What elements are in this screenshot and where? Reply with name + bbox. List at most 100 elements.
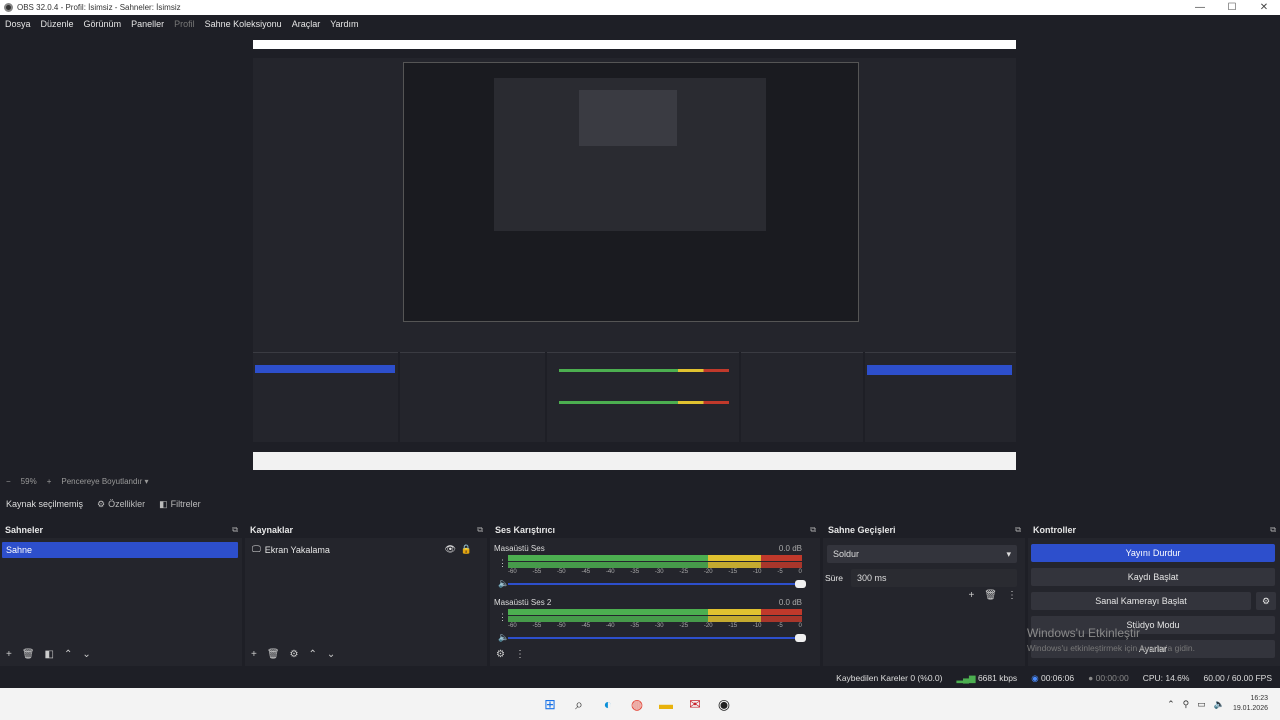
menu-araclar[interactable]: Araçlar — [292, 19, 321, 29]
meter-scale: -60 -55 -50 -45 -40 -35 -30 -25 -20 -15 -10 -5 0 — [508, 569, 802, 575]
volume-slider[interactable] — [508, 580, 806, 588]
trash-icon[interactable]: 🗑 — [267, 649, 280, 660]
filter-icon: ◧ — [159, 498, 168, 509]
slider-knob[interactable] — [795, 634, 806, 642]
transition-select[interactable]: Soldur ▾ — [827, 545, 1017, 563]
lock-icon[interactable]: 🔒 — [461, 544, 472, 555]
trash-icon[interactable]: 🗑 — [22, 649, 35, 660]
volume-meter-left — [508, 609, 802, 615]
maximize-button[interactable]: ☐ — [1216, 2, 1248, 13]
virtual-camera-button[interactable]: Sanal Kamerayı Başlat — [1031, 592, 1251, 610]
add-icon[interactable]: + — [251, 649, 257, 660]
start-record-button[interactable]: Kaydı Başlat — [1031, 568, 1275, 586]
filter-icon[interactable]: ◧ — [45, 649, 54, 660]
preview-meter-2 — [559, 401, 729, 404]
transitions-toolbar: + 🗑 ⋮ — [968, 590, 1017, 601]
kebab-menu-icon[interactable]: ⋮ — [1007, 590, 1017, 601]
source-label: Ekran Yakalama — [264, 544, 330, 555]
add-icon[interactable]: + — [6, 649, 12, 660]
scenes-list: Sahne + 🗑 ◧ ⌃ ⌄ — [0, 538, 242, 666]
preview-nested-docks — [253, 352, 1016, 452]
slider-knob[interactable] — [795, 580, 806, 588]
clock[interactable]: 16:23 19.01.2026 — [1233, 694, 1268, 714]
display-icon[interactable]: ▭ — [1197, 699, 1206, 710]
scenes-title: Sahneler — [5, 525, 44, 535]
mixer-channel-1: Masaüstü Ses 0.0 dB ⋮ -60 -55 -50 -45 -40 -35… — [494, 542, 806, 592]
dock-undock-icon[interactable]: ⧉ — [810, 525, 816, 535]
chevron-down-icon: ▾ — [144, 477, 149, 486]
zoom-mode-dropdown[interactable]: Pencereye Boyutlandır ▾ — [61, 477, 148, 486]
preview-dock-sources — [400, 352, 545, 442]
source-toolbar: Kaynak seçilmemiş ⚙ Özellikler ◧ Filtreler — [0, 492, 1280, 516]
zoom-out-button[interactable]: − — [6, 477, 11, 486]
mail-app-icon[interactable]: ✉ — [686, 695, 704, 713]
gear-icon[interactable]: ⚙ — [290, 649, 299, 660]
kebab-menu-icon[interactable]: ⋮ — [515, 649, 525, 660]
dock-undock-icon[interactable]: ⧉ — [1015, 525, 1021, 535]
scene-item[interactable]: Sahne — [2, 542, 238, 558]
menu-gorunum[interactable]: Görünüm — [84, 19, 122, 29]
dock-undock-icon[interactable]: ⧉ — [477, 525, 483, 535]
close-button[interactable]: ✕ — [1248, 2, 1280, 13]
eye-icon[interactable]: 👁 — [445, 544, 456, 555]
mixer-channel-2: Masaüstü Ses 2 0.0 dB ⋮ -60 -55 -50 -45 -40-… — [494, 596, 806, 646]
menu-yardim[interactable]: Yardım — [330, 19, 358, 29]
arrow-up-icon[interactable]: ⌃ — [309, 649, 317, 660]
dock-undock-icon[interactable]: ⧉ — [232, 525, 238, 535]
menu-paneller[interactable]: Paneller — [131, 19, 164, 29]
stop-stream-button[interactable]: Yayını Durdur — [1031, 544, 1275, 562]
menu-sahne-koleksiyonu[interactable]: Sahne Koleksiyonu — [205, 19, 282, 29]
broadcast-icon: ◉ — [1031, 672, 1039, 683]
channel-db: 0.0 dB — [778, 598, 802, 607]
zoom-level: 59% — [20, 477, 37, 486]
preview-area[interactable] — [0, 32, 1280, 474]
arrow-down-icon[interactable]: ⌄ — [327, 649, 335, 660]
chevron-up-icon[interactable]: ⌃ — [1167, 699, 1175, 710]
source-item[interactable]: 🖵 Ekran Yakalama 👁 🔒 — [252, 544, 482, 555]
preview-dock-scenes — [253, 352, 398, 442]
channel-name: Masaüstü Ses — [494, 544, 545, 553]
windows-start-icon[interactable]: ⊞ — [541, 695, 559, 713]
volume-slider[interactable] — [508, 634, 806, 642]
advanced-audio-icon[interactable]: ⚙ — [496, 649, 505, 660]
trash-icon[interactable]: 🗑 — [984, 590, 997, 601]
window-title: OBS 32.0.4 - Profil: İsimsiz - Sahneler:… — [17, 3, 181, 12]
network-icon[interactable]: ⚲ — [1183, 699, 1190, 710]
kebab-menu-icon[interactable]: ⋮ — [498, 612, 507, 623]
obs-taskbar-icon[interactable]: ◉ — [715, 695, 733, 713]
status-bar: Kaybedilen Kareler 0 (%0.0) ▂▄▆ 6681 kbp… — [0, 668, 1280, 688]
add-icon[interactable]: + — [968, 590, 974, 601]
search-icon[interactable]: ⌕ — [570, 695, 588, 713]
stream-time: 00:06:06 — [1040, 672, 1075, 683]
duration-field[interactable]: 300 ms — [851, 569, 1017, 587]
arrow-up-icon[interactable]: ⌃ — [64, 649, 72, 660]
system-tray: ⌃ ⚲ ▭ 🔈 16:23 19.01.2026 — [1167, 694, 1268, 714]
duration-label: Süre — [825, 573, 843, 583]
edge-browser-icon[interactable]: ◐ — [599, 695, 617, 713]
gear-icon[interactable]: ⚙ — [1256, 592, 1276, 610]
preview-stop-button — [867, 365, 1012, 375]
filters-button[interactable]: ◧ Filtreler — [159, 499, 201, 510]
chevron-down-icon: ▾ — [1006, 549, 1011, 559]
minimize-button[interactable]: — — [1184, 2, 1216, 13]
menu-dosya[interactable]: Dosya — [5, 19, 31, 29]
signal-icon: ▂▄▆ — [956, 672, 976, 683]
preview-nested-window-3 — [579, 90, 677, 146]
properties-button[interactable]: ⚙ Özellikler — [97, 499, 145, 510]
program-preview[interactable] — [253, 40, 1016, 470]
volume-icon[interactable]: 🔈 — [1214, 699, 1225, 710]
file-explorer-icon[interactable]: ▬ — [657, 695, 675, 713]
zoom-in-button[interactable]: + — [47, 477, 52, 486]
chrome-icon[interactable]: ◍ — [628, 695, 646, 713]
arrow-down-icon[interactable]: ⌄ — [82, 649, 90, 660]
dock-undock-icon[interactable]: ⧉ — [1270, 525, 1276, 535]
dropped-frames: Kaybedilen Kareler 0 (%0.0) — [836, 673, 943, 683]
menu-bar: Dosya Düzenle Görünüm Paneller Profil Sa… — [0, 15, 1280, 32]
kebab-menu-icon[interactable]: ⋮ — [498, 558, 507, 569]
properties-label: Özellikler — [108, 499, 146, 509]
menu-profil[interactable]: Profil — [174, 19, 195, 29]
taskbar-apps: ⊞ ⌕ ◐ ◍ ▬ ✉ ◉ — [541, 695, 733, 713]
obs-logo-icon — [4, 3, 13, 12]
menu-duzenle[interactable]: Düzenle — [41, 19, 74, 29]
controls-title: Kontroller — [1033, 525, 1077, 535]
